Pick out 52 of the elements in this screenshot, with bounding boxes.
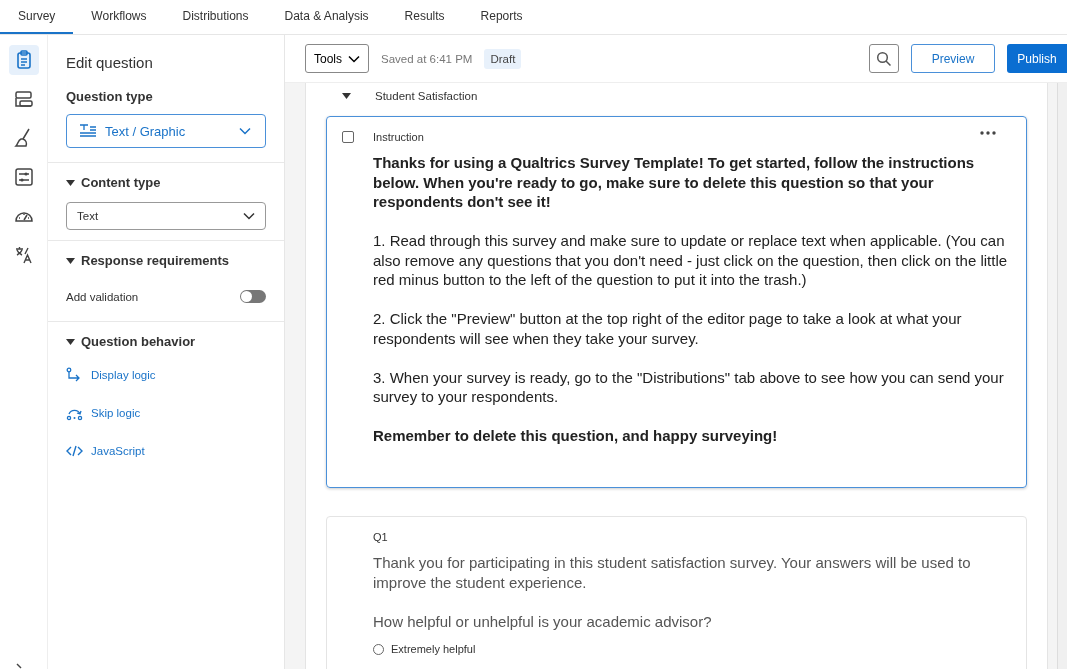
question-label: Q1 [373,531,388,543]
panel-title: Edit question [65,53,154,71]
clipboard-icon[interactable] [8,45,39,75]
question-card[interactable]: Q1 Thank you for participating in this student satisfaction survey. Your answers will be used to improve the student experience. How helpful or unhelpful is your academic advisor? Extremely helpful [326,516,1027,669]
logic-link[interactable]: JavaScript [66,443,266,459]
nav-tab[interactable]: Workflows [73,0,165,34]
search-button[interactable] [869,44,899,73]
scrollbar[interactable] [1057,83,1067,669]
question-text: Thank you for participating in this student satisfaction survey. Your answers will be used to improve the student experience. [373,553,972,592]
content-type-select[interactable]: Text [66,202,266,230]
preview-button[interactable]: Preview [911,44,995,73]
question-label: Instruction [373,131,424,143]
question-text: 3. When your survey is ready, go to the "Distributions" tab above to see how you can send your survey to your respondents. [373,367,1005,407]
nav-tab[interactable]: Reports [462,0,541,34]
section-title: Content type [81,175,161,190]
nav-tab[interactable]: Data & Analysis [266,0,387,34]
chevron-down-icon [239,127,251,135]
question-text: 2. Click the "Preview" button at the top right of the editor page to take a look at what your respondents will see when they take your survey. [373,309,963,348]
chevron-down-icon [243,212,255,220]
block-title: Student Satisfaction [375,90,478,102]
logic-link[interactable]: Display logic [66,367,266,383]
more-options-icon[interactable] [980,131,996,135]
nav-tab[interactable]: Results [386,0,463,34]
caret-icon[interactable] [66,257,75,264]
question-text: How helpful or unhelpful is your academic advisor? [373,611,713,631]
toggle-label: Add validation [66,290,139,303]
question-checkbox[interactable] [342,131,354,143]
logic-link[interactable]: Skip logic [66,405,266,421]
question-text: 1. Read through this survey and make sure to update or replace text when applicable. (You can also remove any questions that you don't need - just click on the question, then click on the little red minus button to the left of the question to put it into the trash.) [373,231,1009,290]
draft-badge: Draft [484,48,522,69]
section-title: Response requirements [81,253,230,268]
option-label: Extremely helpful [391,643,476,655]
validation-toggle[interactable] [240,290,266,303]
question-text: Remember to delete this question, and happy surveying! [373,426,779,446]
question-type-select[interactable]: Text / Graphic [66,114,266,148]
question-text: Thanks for using a Qualtrics Survey Template! To get started, follow the instructions below. When you're ready to go, make sure to delete this question so that your respondents don't see it! [373,153,976,212]
text-lines-icon [79,124,97,138]
nav-tab[interactable]: Survey [0,0,74,34]
radio-button[interactable] [373,643,384,655]
nav-tab[interactable]: Distributions [164,0,267,34]
caret-icon[interactable] [66,179,75,186]
saved-status: Saved at 6:41 PM [381,52,473,65]
code-icon [66,443,83,459]
publish-button[interactable]: Publish [1007,44,1067,73]
section-title: Question behavior [81,334,196,349]
question-card[interactable] [326,116,1027,488]
chevron-down-icon [348,54,360,63]
section-label: Question type [65,88,154,106]
search-icon [876,50,892,67]
tools-menu-button[interactable]: Tools [305,44,369,73]
caret-icon[interactable] [342,93,351,99]
caret-icon[interactable] [66,338,75,345]
